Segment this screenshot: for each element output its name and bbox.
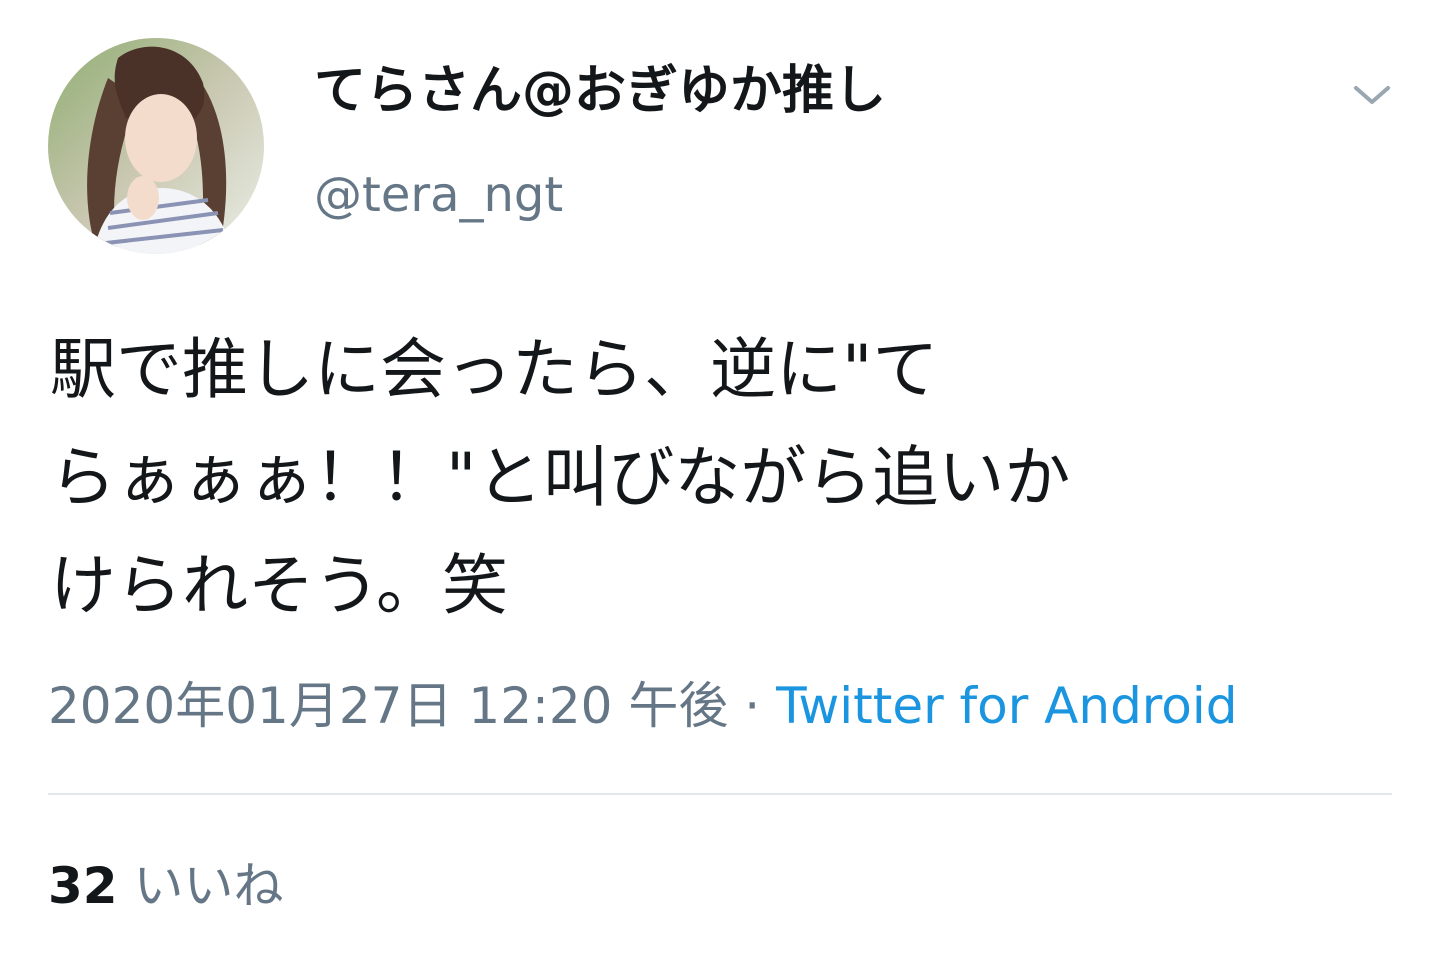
tweet-text-line: らぁぁぁ！！"と叫びながら追いか bbox=[50, 439, 1071, 516]
likes-count: 32 bbox=[48, 857, 118, 915]
avatar[interactable] bbox=[48, 38, 264, 254]
likes-label: いいね bbox=[133, 857, 284, 915]
source-link[interactable]: Twitter for Android bbox=[776, 677, 1237, 735]
tweet-card: てらさん@おぎゆか推し @tera_ngt 駅で推しに会ったら、逆に"て らぁぁ… bbox=[0, 0, 1440, 965]
tweet-text-line: 駅で推しに会ったら、逆に"て bbox=[50, 331, 939, 408]
user-handle[interactable]: @tera_ngt bbox=[314, 167, 563, 223]
tweet-text-line: けられそう。笑 bbox=[50, 547, 509, 624]
tweet-text: 駅で推しに会ったら、逆に"て らぁぁぁ！！"と叫びながら追いか けられそう。笑 bbox=[50, 316, 1380, 640]
divider bbox=[48, 793, 1392, 795]
likes-stat[interactable]: 32 いいね bbox=[48, 856, 284, 916]
chevron-down-icon[interactable] bbox=[1348, 72, 1396, 120]
timestamp[interactable]: 2020年01月27日 12:20 午後 bbox=[48, 677, 728, 735]
display-name[interactable]: てらさん@おぎゆか推し bbox=[314, 61, 886, 122]
tweet-meta: 2020年01月27日 12:20 午後 · Twitter for Andro… bbox=[48, 676, 1238, 736]
avatar-image bbox=[48, 38, 264, 254]
meta-separator: · bbox=[728, 677, 777, 735]
